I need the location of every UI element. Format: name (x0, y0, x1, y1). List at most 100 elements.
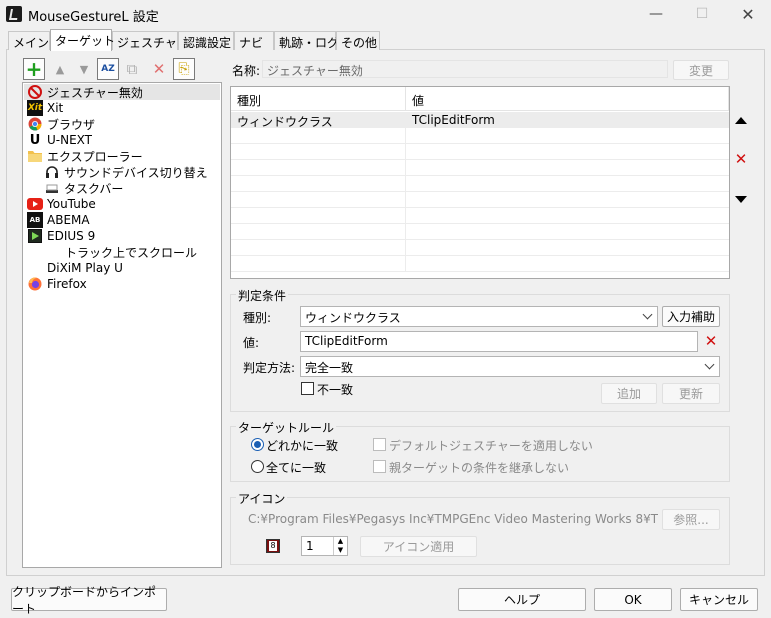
help-button[interactable]: ヘルプ (458, 588, 586, 611)
arrow-up-icon (735, 116, 747, 124)
sort-az-icon: AZ (101, 64, 115, 74)
grid-header-type[interactable]: 種別 (231, 87, 406, 111)
row-down-button[interactable] (732, 190, 750, 208)
cancel-button[interactable]: キャンセル (680, 588, 758, 611)
method-select[interactable]: 完全一致 (300, 356, 720, 377)
maximize-button[interactable]: ☐ (679, 0, 725, 28)
value-label: 値: (243, 336, 260, 350)
table-row-empty (231, 128, 729, 144)
list-item[interactable]: EDIUS 9 (24, 228, 95, 244)
list-item[interactable]: サウンドデバイス切り替え (44, 164, 208, 180)
close-button[interactable]: ✕ (725, 0, 771, 28)
list-item[interactable]: U U-NEXT (24, 132, 92, 148)
table-row-empty (231, 240, 729, 256)
list-item[interactable]: ジェスチャー無効 (24, 84, 220, 100)
table-row-empty (231, 144, 729, 160)
move-down-button[interactable]: ▼ (73, 58, 95, 80)
table-row-empty (231, 192, 729, 208)
move-up-button[interactable]: ▲ (49, 58, 71, 80)
mismatch-label: 不一致 (317, 383, 354, 397)
chevron-down-icon[interactable]: ▼ (333, 546, 347, 555)
firefox-icon (27, 276, 43, 292)
name-field[interactable]: ジェスチャー無効 (262, 60, 668, 78)
paste-button[interactable]: ⎘ (173, 58, 195, 80)
ok-button[interactable]: OK (594, 588, 672, 611)
match-all-label: 全てに一致 (266, 461, 327, 475)
youtube-icon (27, 196, 43, 212)
app-icon (6, 6, 22, 22)
no-inherit-label: 親ターゲットの条件を継承しない (389, 461, 570, 475)
list-item[interactable]: エクスプローラー (24, 148, 143, 164)
delete-target-button[interactable]: ✕ (148, 58, 170, 80)
tab-trail-log[interactable]: 軌跡・ログ (274, 31, 339, 50)
table-row-empty (231, 256, 729, 272)
icon-path-field[interactable]: C:¥Program Files¥Pegasys Inc¥TMPGEnc Vid… (248, 512, 658, 526)
tab-navi[interactable]: ナビ (234, 31, 274, 50)
input-assist-button[interactable]: 入力補助 (662, 306, 720, 327)
plus-icon: + (25, 57, 43, 81)
arrow-down-icon (735, 195, 747, 203)
import-clipboard-button[interactable]: クリップボードからインポート (11, 585, 167, 616)
tmpgenc-icon: 8 (269, 541, 277, 551)
list-item[interactable]: Firefox (24, 276, 87, 292)
add-condition-button[interactable]: 追加 (601, 383, 657, 404)
minimize-button[interactable]: — (633, 0, 679, 28)
tab-target[interactable]: ターゲット (50, 29, 115, 51)
delete-icon: ✕ (734, 149, 748, 168)
table-row-empty (231, 160, 729, 176)
icon-group-title: アイコン (236, 490, 288, 507)
value-input[interactable]: TClipEditForm (300, 331, 698, 352)
list-item[interactable]: YouTube (24, 196, 96, 212)
sort-button[interactable]: AZ (97, 58, 119, 80)
no-default-gesture-label: デフォルトジェスチャーを適用しない (389, 439, 593, 453)
clear-value-button[interactable]: ✕ (702, 332, 720, 350)
apply-icon-button[interactable]: アイコン適用 (360, 536, 477, 557)
no-default-gesture-checkbox[interactable] (373, 438, 386, 451)
condition-grid[interactable]: 種別 値 ウィンドウクラス TClipEditForm (230, 86, 730, 279)
target-list[interactable]: ジェスチャー無効 Xit Xit ブラウザ U U-NEXT エクスプローラー … (22, 82, 222, 568)
icon-preview: 8 (266, 539, 280, 553)
table-row[interactable]: ウィンドウクラス TClipEditForm (231, 112, 729, 129)
list-item[interactable]: タスクバー (44, 180, 123, 196)
edius-icon (27, 228, 43, 244)
update-condition-button[interactable]: 更新 (662, 383, 720, 404)
match-all-radio[interactable] (251, 460, 264, 473)
arrow-down-icon: ▼ (79, 62, 89, 76)
change-name-button[interactable]: 変更 (673, 60, 729, 80)
no-inherit-checkbox[interactable] (373, 460, 386, 473)
grid-header-value[interactable]: 値 (406, 87, 729, 111)
match-any-radio[interactable] (251, 438, 264, 451)
tab-gesture[interactable]: ジェスチャー (112, 31, 189, 50)
browse-icon-button[interactable]: 参照... (662, 509, 720, 530)
name-label: 名称: (232, 64, 261, 78)
add-target-button[interactable]: + (23, 57, 45, 81)
row-delete-button[interactable]: ✕ (732, 150, 750, 168)
tab-main[interactable]: メイン (8, 31, 50, 50)
chevron-up-icon[interactable]: ▲ (333, 537, 347, 546)
condition-group-title: 判定条件 (236, 287, 289, 304)
type-select[interactable]: ウィンドウクラス (300, 306, 658, 327)
title-bar: MouseGestureL 設定 — ☐ ✕ (0, 0, 771, 28)
delete-icon: ✕ (704, 331, 718, 350)
list-item[interactable]: DiXiM Play U (47, 260, 123, 276)
row-up-button[interactable] (732, 111, 750, 129)
list-item[interactable]: トラック上でスクロール (65, 244, 197, 260)
delete-icon: ✕ (152, 60, 166, 78)
chevron-down-icon (642, 309, 653, 320)
copy-button[interactable]: ⧉ (121, 58, 143, 80)
list-item[interactable]: ブラウザ (24, 116, 95, 132)
taskbar-icon (44, 180, 60, 196)
chevron-down-icon (704, 359, 715, 370)
headphones-icon (44, 164, 60, 180)
list-item[interactable]: Xit Xit (24, 100, 63, 116)
tab-other[interactable]: その他 (336, 31, 380, 50)
icon-index-stepper[interactable]: 1 ▲ ▼ (301, 536, 348, 556)
target-rule-group-title: ターゲットルール (236, 419, 337, 436)
chrome-icon (27, 116, 43, 132)
abema-icon: AB (27, 212, 43, 228)
type-label: 種別: (243, 311, 272, 325)
mismatch-checkbox[interactable] (301, 382, 314, 395)
list-item[interactable]: AB ABEMA (24, 212, 90, 228)
tab-recognition[interactable]: 認識設定 (178, 31, 234, 50)
method-label: 判定方法: (243, 361, 296, 375)
